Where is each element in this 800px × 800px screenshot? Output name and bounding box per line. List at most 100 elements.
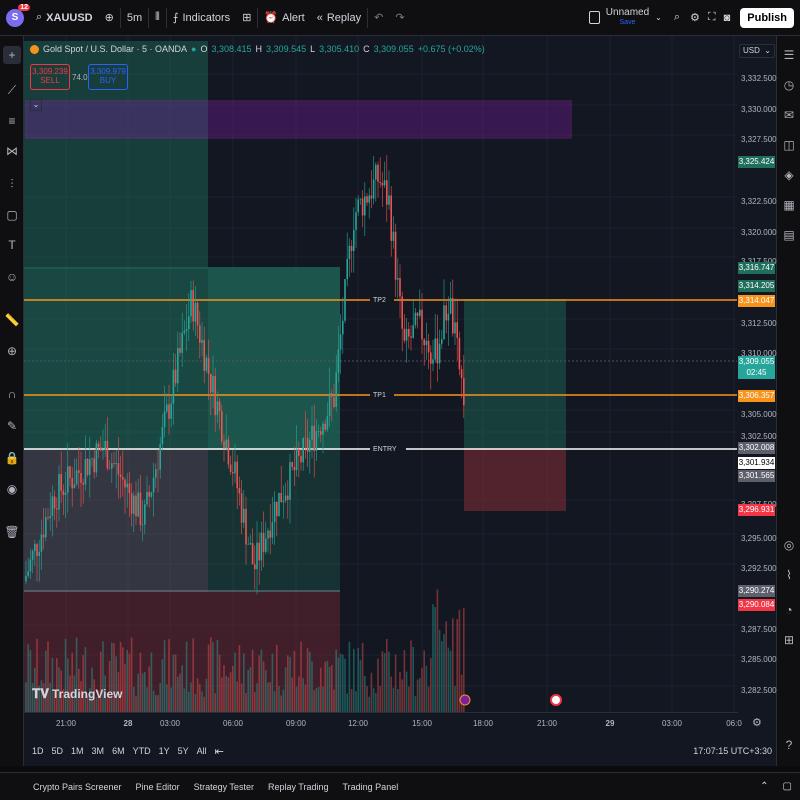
volume-bar — [51, 657, 54, 712]
candle — [298, 449, 300, 456]
chart-type-button[interactable]: ⫴ — [149, 0, 166, 36]
interval-button[interactable]: 5m — [121, 0, 148, 36]
range-button[interactable]: 6M — [108, 746, 129, 756]
range-button[interactable]: 3M — [88, 746, 109, 756]
volume-bar — [342, 654, 344, 712]
alerts-clock-icon[interactable]: ◷ — [780, 76, 798, 94]
candle — [53, 496, 56, 509]
chart-pane[interactable]: TP2 TP1 ENTRY — [24, 36, 776, 766]
volume-bar — [71, 652, 73, 712]
notifications-icon[interactable]: ◔ — [780, 601, 798, 619]
volume-bar — [236, 681, 238, 712]
candle — [432, 359, 434, 364]
volume-bar — [207, 644, 210, 712]
clock[interactable]: 17:07:15 UTC+3:30 — [693, 746, 772, 756]
quick-search-button[interactable]: ⌕ — [668, 0, 686, 36]
volume-bar — [416, 679, 419, 712]
watchlist-icon[interactable]: ☰ — [780, 46, 798, 64]
candle — [58, 473, 60, 510]
pattern-icon[interactable]: ⋈ — [3, 142, 21, 160]
chat-icon[interactable]: ✉ — [780, 106, 798, 124]
ideas-icon[interactable]: ▤ — [780, 226, 798, 244]
grid-icon: ⊞ — [242, 12, 252, 24]
range-button[interactable]: 5D — [48, 746, 68, 756]
shapes-icon[interactable]: ▢ — [3, 206, 21, 224]
legend-c-label: C — [363, 44, 370, 54]
alert-label: Alert — [282, 11, 305, 24]
legend-title[interactable]: Gold Spot / U.S. Dollar · 5 · OANDA — [43, 44, 187, 54]
replay-button[interactable]: «Replay — [311, 0, 367, 36]
range-button[interactable]: 1Y — [155, 746, 174, 756]
calendar-icon[interactable]: ▦ — [780, 196, 798, 214]
candle — [304, 437, 307, 439]
apps-icon[interactable]: ⊞ — [780, 631, 798, 649]
volume-bar — [267, 682, 269, 712]
avatar[interactable]: S 12 — [6, 3, 30, 27]
projection-icon[interactable]: ⫶ — [3, 175, 21, 193]
sell-label: SELL — [40, 76, 60, 85]
templates-button[interactable]: ⊞ — [236, 0, 257, 36]
bottom-tab[interactable]: Replay Trading — [261, 782, 336, 792]
range-button[interactable]: 1M — [67, 746, 88, 756]
maximize-icon[interactable]: ▢ — [783, 781, 792, 792]
pencil-lock-icon[interactable]: ✎ — [3, 417, 21, 435]
date-range-icon[interactable]: ⇤ — [215, 745, 224, 758]
text-icon[interactable]: T — [3, 236, 21, 254]
icons-icon[interactable]: ☺ — [3, 268, 21, 286]
layout-menu[interactable]: Unnamed Save ⌄ — [583, 0, 668, 36]
volume-bar — [133, 686, 135, 712]
redo-button[interactable]: ↷ — [389, 0, 410, 36]
time-settings-button[interactable]: ⚙ — [752, 716, 762, 729]
time-scale[interactable]: 21:00 28 03:00 06:00 09:00 12:00 15:00 18:00 21:… — [24, 712, 742, 734]
price-chart[interactable]: TP2 TP1 ENTRY — [24, 36, 776, 712]
price-scale[interactable]: 3,332.500 3,330.000 3,327.500 3,322.500 3,32… — [737, 40, 777, 710]
chevron-up-icon[interactable]: ⌃ — [760, 781, 768, 792]
candle — [443, 305, 445, 340]
candle — [130, 493, 133, 514]
undo-button[interactable]: ↶ — [368, 0, 389, 36]
volume-bar — [174, 654, 177, 712]
publish-button[interactable]: Publish — [740, 7, 794, 28]
magnet-icon[interactable]: ∩ — [3, 385, 21, 403]
fullscreen-button[interactable]: ⛶ — [704, 0, 720, 36]
signal-icon[interactable]: ⌇ — [780, 566, 798, 584]
collapse-legend-button[interactable]: ⌄ — [30, 99, 42, 111]
layers-icon[interactable]: ◈ — [780, 166, 798, 184]
candle — [425, 340, 428, 346]
help-icon[interactable]: ? — [780, 736, 798, 754]
snapshot-button[interactable]: ◙ — [720, 0, 735, 36]
range-button[interactable]: YTD — [129, 746, 155, 756]
sell-button[interactable]: 3,309.239 SELL — [30, 64, 70, 90]
candle — [315, 431, 318, 451]
alert-button[interactable]: ⏰ Alert — [258, 0, 310, 36]
trash-icon[interactable]: 🗑 — [3, 523, 21, 541]
candle — [276, 501, 278, 517]
chat-bubble-icon[interactable]: ◫ — [780, 136, 798, 154]
price-label: 3,301.565 — [738, 470, 775, 482]
trendline-icon[interactable]: ⟋ — [3, 81, 21, 99]
lock-icon[interactable]: 🔒 — [3, 449, 21, 467]
range-button[interactable]: 1D — [28, 746, 48, 756]
tradingview-logo[interactable]: 𝐓𝐕 TradingView — [32, 686, 122, 702]
eye-icon[interactable]: ◉ — [3, 480, 21, 498]
volume-bar — [293, 650, 296, 712]
settings-button[interactable]: ⚙ — [686, 0, 704, 36]
time-tick: 18:00 — [472, 719, 494, 728]
bottom-tab[interactable]: Strategy Tester — [187, 782, 261, 792]
crosshair-icon[interactable]: + — [3, 46, 21, 64]
range-button[interactable]: 5Y — [174, 746, 193, 756]
indicators-button[interactable]: ⨍ Indicators — [167, 0, 236, 36]
target-icon[interactable]: ◎ — [780, 536, 798, 554]
symbol-search[interactable]: ⌕ XAUUSD — [30, 0, 99, 36]
zoom-icon[interactable]: ⊕ — [3, 342, 21, 360]
range-button[interactable]: All — [193, 746, 211, 756]
compare-button[interactable]: ⊕ — [99, 0, 120, 36]
ruler-icon[interactable]: 📏 — [3, 311, 21, 329]
candle — [194, 302, 197, 322]
bottom-tab[interactable]: Trading Panel — [336, 782, 406, 792]
candle — [196, 302, 199, 326]
bottom-tab[interactable]: Pine Editor — [129, 782, 187, 792]
bottom-tab[interactable]: Crypto Pairs Screener — [26, 782, 129, 792]
buy-button[interactable]: 3,309.979 BUY — [88, 64, 128, 90]
fib-icon[interactable]: ≡ — [3, 112, 21, 130]
